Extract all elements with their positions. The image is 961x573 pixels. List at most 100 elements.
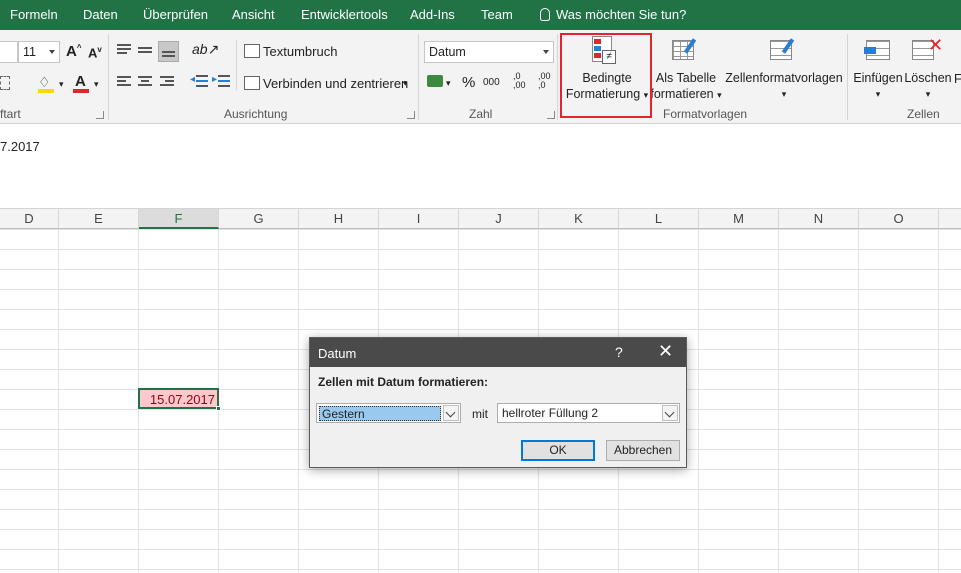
- column-header-j[interactable]: J: [459, 209, 539, 229]
- number-format-value: Datum: [429, 45, 466, 59]
- column-header-e[interactable]: E: [59, 209, 139, 229]
- chevron-down-icon: ▾: [925, 89, 931, 99]
- font-size-value: 11: [23, 45, 36, 59]
- wrap-text-icon: [244, 44, 260, 58]
- insert-cells-button[interactable]: Einfügen ▾: [852, 70, 904, 102]
- chevron-down-icon: [543, 50, 549, 54]
- formula-bar-value: 7.2017: [0, 139, 40, 154]
- format-as-table-label-1: Als Tabelle: [655, 71, 717, 85]
- grid-line: [938, 229, 939, 573]
- number-group-label: Zahl: [469, 107, 493, 121]
- lightbulb-icon: [540, 8, 550, 21]
- column-header-g[interactable]: G: [219, 209, 299, 229]
- alignment-dialog-launcher[interactable]: [407, 111, 415, 119]
- align-bottom-icon[interactable]: [158, 41, 179, 62]
- number-format-combo[interactable]: Datum: [424, 41, 554, 63]
- cell-styles-button[interactable]: Zellenformatvorlagen ▾: [724, 70, 844, 102]
- merge-center-icon: [244, 76, 260, 90]
- formula-bar[interactable]: 7.2017: [0, 124, 961, 209]
- tab-ansicht[interactable]: Ansicht: [232, 7, 275, 22]
- tab-team[interactable]: Team: [481, 7, 513, 22]
- align-middle-icon[interactable]: [138, 44, 154, 56]
- increase-indent-icon[interactable]: ▸: [212, 74, 230, 89]
- column-header-m[interactable]: M: [699, 209, 779, 229]
- chevron-down-icon: ▾: [875, 89, 881, 99]
- grid-line: [778, 229, 779, 573]
- tab-ueberpruefen[interactable]: Überprüfen: [143, 7, 208, 22]
- font-color-icon[interactable]: A: [75, 73, 86, 90]
- grid-line: [698, 229, 699, 573]
- accounting-format-icon[interactable]: [427, 75, 443, 87]
- format-style-select[interactable]: hellroter Füllung 2: [497, 403, 680, 423]
- column-header-k[interactable]: K: [539, 209, 619, 229]
- chevron-down-icon: ▾: [717, 90, 722, 100]
- chevron-down-icon[interactable]: ▾: [59, 79, 64, 90]
- fill-color-swatch: [38, 89, 54, 93]
- chevron-down-icon: ▾: [781, 89, 787, 99]
- chevron-down-icon[interactable]: [443, 405, 459, 421]
- tab-daten[interactable]: Daten: [83, 7, 118, 22]
- align-center-icon[interactable]: [138, 76, 152, 88]
- delete-cells-button[interactable]: Löschen ▾: [904, 70, 952, 102]
- group-separator: [108, 34, 109, 120]
- help-icon[interactable]: ?: [615, 344, 623, 360]
- font-color-swatch: [73, 89, 89, 93]
- chevron-down-icon[interactable]: ▾: [403, 78, 408, 89]
- align-top-icon[interactable]: [117, 44, 133, 56]
- chevron-down-icon[interactable]: ▾: [94, 79, 99, 90]
- decrease-decimal-button[interactable]: ,00 ,0: [538, 72, 551, 90]
- column-header-h[interactable]: H: [299, 209, 379, 229]
- delete-cells-label: Löschen: [904, 71, 952, 85]
- group-separator: [847, 34, 848, 120]
- column-header-n[interactable]: N: [779, 209, 859, 229]
- number-dialog-launcher[interactable]: [547, 111, 555, 119]
- tell-me-label: Was möchten Sie tun?: [556, 7, 687, 22]
- date-condition-select[interactable]: Gestern: [316, 403, 461, 423]
- font-name-combo[interactable]: [0, 41, 18, 63]
- tab-entwicklertools[interactable]: Entwicklertools: [301, 7, 388, 22]
- wrap-text-button[interactable]: Textumbruch: [263, 44, 337, 59]
- ok-button[interactable]: OK: [521, 440, 595, 461]
- dialog-title: Datum: [318, 346, 357, 361]
- grid-line: [58, 229, 59, 573]
- active-cell-f[interactable]: 15.07.2017: [138, 388, 221, 411]
- column-header-f[interactable]: F: [139, 209, 219, 229]
- fill-handle[interactable]: [216, 406, 221, 411]
- column-header-partial[interactable]: [939, 209, 961, 229]
- format-cells-button[interactable]: F: [954, 72, 961, 86]
- decrease-indent-icon[interactable]: ◂: [190, 74, 208, 89]
- percent-style-button[interactable]: %: [462, 74, 475, 91]
- tell-me-search[interactable]: Was möchten Sie tun?: [540, 7, 686, 22]
- column-header-d[interactable]: D: [0, 209, 59, 229]
- grid-line: [858, 229, 859, 573]
- font-size-combo[interactable]: 11: [18, 41, 60, 63]
- column-header-i[interactable]: I: [379, 209, 459, 229]
- cancel-button[interactable]: Abbrechen: [606, 440, 680, 461]
- shrink-font-icon[interactable]: Av: [88, 45, 102, 60]
- grow-font-icon[interactable]: A^: [66, 43, 82, 60]
- highlight-box: [560, 33, 652, 118]
- tab-formeln[interactable]: Formeln: [10, 7, 58, 22]
- merge-center-button[interactable]: Verbinden und zentrieren: [263, 76, 408, 91]
- chevron-down-icon[interactable]: [662, 405, 678, 421]
- chevron-down-icon[interactable]: ▾: [446, 78, 451, 89]
- align-right-icon[interactable]: [160, 76, 174, 88]
- alignment-group-label: Ausrichtung: [224, 107, 288, 121]
- cell-styles-label: Zellenformatvorlagen: [725, 71, 843, 85]
- column-header-l[interactable]: L: [619, 209, 699, 229]
- grid-line: [298, 229, 299, 573]
- increase-decimal-button[interactable]: ,0 ,00: [513, 72, 526, 90]
- ribbon-tab-bar: Formeln Daten Überprüfen Ansicht Entwick…: [0, 0, 961, 30]
- close-icon[interactable]: ✕: [658, 341, 673, 362]
- border-icon[interactable]: [0, 76, 10, 90]
- dialog-titlebar[interactable]: Datum ? ✕: [310, 338, 686, 367]
- align-left-icon[interactable]: [117, 76, 131, 88]
- font-dialog-launcher[interactable]: [96, 111, 104, 119]
- format-as-table-button[interactable]: Als Tabelle formatieren ▾: [648, 70, 724, 103]
- thousands-separator-button[interactable]: 000: [483, 77, 500, 88]
- column-header-o[interactable]: O: [859, 209, 939, 229]
- tab-add-ins[interactable]: Add-Ins: [410, 7, 455, 22]
- format-as-table-icon: [672, 38, 700, 64]
- insert-cells-label: Einfügen: [853, 71, 903, 85]
- orientation-icon[interactable]: ab↗: [192, 41, 219, 58]
